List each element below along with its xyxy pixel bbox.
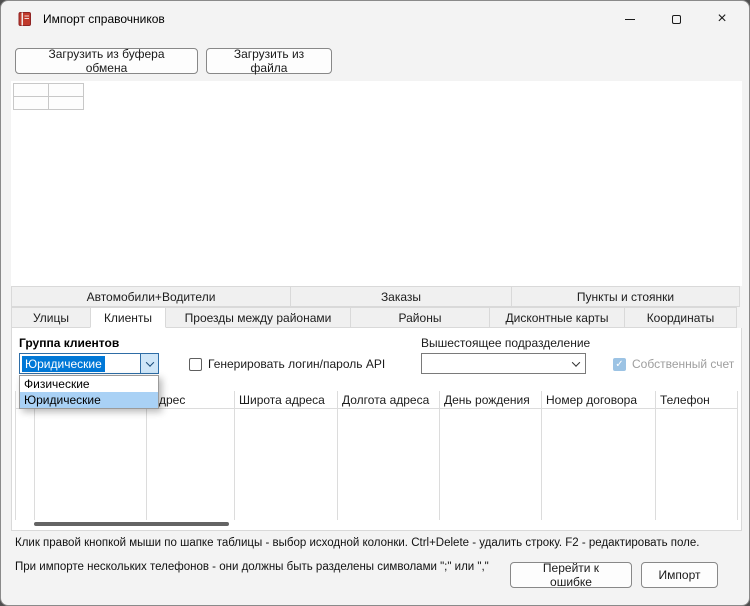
- client-group-combobox[interactable]: Юридические: [19, 353, 159, 374]
- tab-row-2: Улицы Клиенты Проезды между районами Рай…: [11, 307, 737, 328]
- tab-cars-drivers[interactable]: Автомобили+Водители: [11, 286, 291, 307]
- column-header-birthday[interactable]: День рождения: [439, 391, 541, 409]
- tab-points-parking[interactable]: Пункты и стоянки: [511, 286, 740, 307]
- hint-line-1: Клик правой кнопкой мыши по шапке таблиц…: [15, 537, 699, 549]
- column-header-address[interactable]: Адрес: [146, 391, 234, 409]
- column-separator: [655, 391, 656, 520]
- window-controls: ×: [607, 1, 745, 37]
- tab-streets[interactable]: Улицы: [11, 307, 91, 328]
- column-separator: [737, 391, 738, 520]
- scrollbar-thumb[interactable]: [34, 522, 229, 526]
- hint-line-2: При импорте нескольких телефонов - они д…: [15, 561, 489, 573]
- column-header-latitude[interactable]: Широта адреса: [234, 391, 337, 409]
- client-group-label: Группа клиентов: [19, 336, 119, 350]
- column-separator: [541, 391, 542, 520]
- window-title: Импорт справочников: [43, 12, 165, 26]
- column-header-longitude[interactable]: Долгота адреса: [337, 391, 439, 409]
- maximize-icon: [672, 15, 681, 24]
- tab-coordinates[interactable]: Координаты: [624, 307, 737, 328]
- tab-routes-between-districts[interactable]: Проезды между районами: [165, 307, 351, 328]
- dropdown-option-individuals[interactable]: Физические: [20, 376, 158, 392]
- column-separator: [337, 391, 338, 520]
- client-group-selected-value: Юридические: [22, 356, 105, 372]
- column-separator: [34, 391, 35, 520]
- dropdown-option-legal-entities[interactable]: Юридические: [20, 392, 158, 408]
- close-button[interactable]: ×: [699, 1, 745, 37]
- horizontal-scrollbar[interactable]: [15, 520, 737, 528]
- clients-tab-panel: Группа клиентов Юридические Генерировать…: [11, 328, 742, 531]
- tab-discount-cards[interactable]: Дисконтные карты: [489, 307, 625, 328]
- column-separator: [146, 391, 147, 520]
- column-header-contract[interactable]: Номер договора: [541, 391, 655, 409]
- close-icon: ×: [717, 11, 726, 27]
- import-directories-window: Импорт справочников × Загрузить из буфер…: [0, 0, 750, 606]
- generate-api-label: Генерировать логин/пароль API: [208, 357, 385, 371]
- parent-division-combobox[interactable]: [421, 353, 586, 374]
- tab-row-1: Автомобили+Водители Заказы Пункты и стоя…: [11, 286, 740, 307]
- minimize-button[interactable]: [607, 1, 653, 37]
- column-separator: [15, 391, 16, 520]
- load-from-file-button[interactable]: Загрузить из файла: [206, 48, 332, 74]
- column-header-phone[interactable]: Телефон: [655, 391, 737, 409]
- import-button[interactable]: Импорт: [641, 562, 718, 588]
- column-separator: [439, 391, 440, 520]
- minimize-icon: [625, 19, 635, 20]
- parent-division-label: Вышестоящее подразделение: [421, 336, 590, 350]
- column-separator: [234, 391, 235, 520]
- load-from-clipboard-button[interactable]: Загрузить из буфера обмена: [15, 48, 198, 74]
- titlebar: Импорт справочников ×: [1, 1, 749, 37]
- app-icon: [17, 11, 33, 27]
- tab-clients[interactable]: Клиенты: [90, 307, 166, 328]
- chevron-down-icon[interactable]: [567, 354, 585, 373]
- own-account-label: Собственный счет: [632, 357, 734, 371]
- checkbox-checked-icon: ✓: [613, 358, 626, 371]
- tab-orders[interactable]: Заказы: [290, 286, 512, 307]
- checkbox-unchecked-icon: [189, 358, 202, 371]
- goto-error-button[interactable]: Перейти к ошибке: [510, 562, 632, 588]
- generate-api-checkbox[interactable]: Генерировать логин/пароль API: [189, 357, 385, 371]
- chevron-down-icon[interactable]: [140, 354, 158, 373]
- client-group-dropdown-list: Физические Юридические: [19, 375, 159, 409]
- empty-grid-cells: [13, 83, 84, 110]
- maximize-button[interactable]: [653, 1, 699, 37]
- tab-districts[interactable]: Районы: [350, 307, 490, 328]
- own-account-checkbox: ✓ Собственный счет: [613, 357, 734, 371]
- source-data-grid[interactable]: [11, 81, 742, 286]
